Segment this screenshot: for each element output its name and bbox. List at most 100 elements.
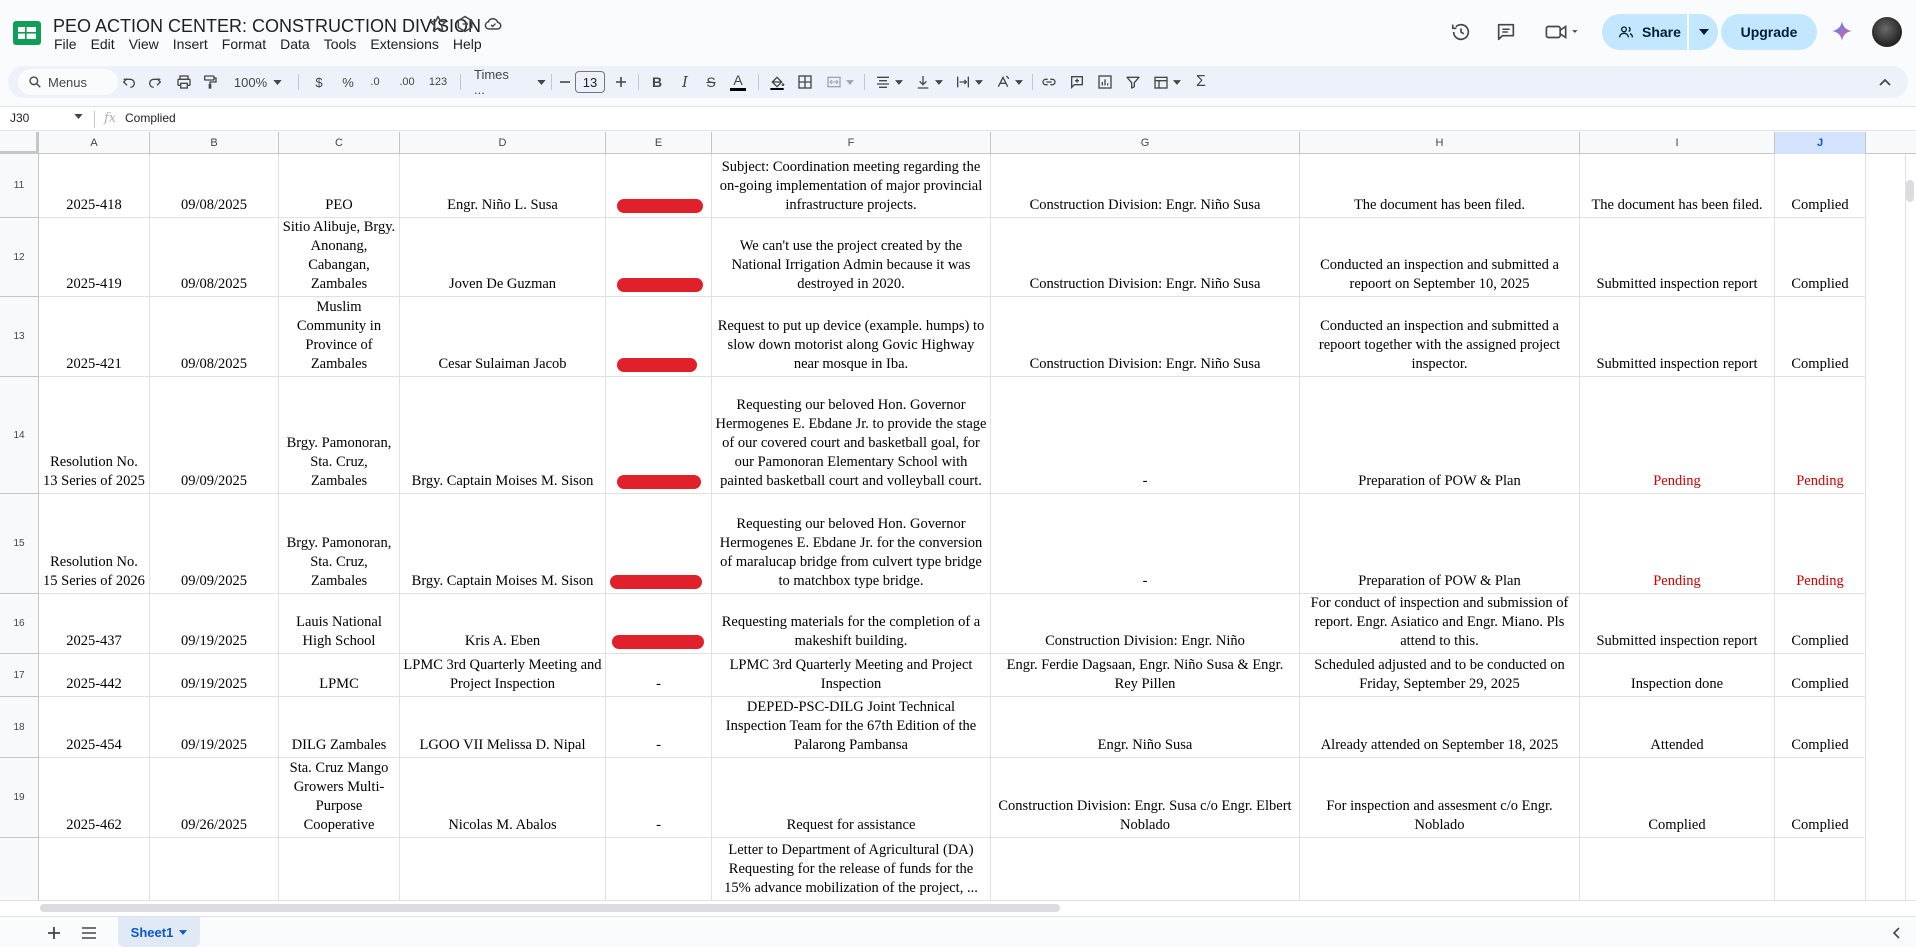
row-header[interactable]: 12 xyxy=(0,218,39,297)
cell-d[interactable]: LGOO VII Melissa D. Nipal xyxy=(400,697,606,758)
cell-a[interactable]: 2025-442 xyxy=(39,654,150,697)
formula-input[interactable]: Complied xyxy=(125,111,176,125)
cell-i[interactable]: Inspection done xyxy=(1580,654,1775,697)
cell-c[interactable]: Brgy. Pamonoran, Sta. Cruz, Zambales xyxy=(279,377,400,494)
account-avatar[interactable] xyxy=(1872,17,1902,47)
cell-b[interactable]: 09/19/2025 xyxy=(150,697,279,758)
cloud-saved-icon[interactable] xyxy=(483,14,505,36)
row-header[interactable]: 14 xyxy=(0,377,39,494)
menu-extensions[interactable]: Extensions xyxy=(370,36,445,56)
row-header[interactable]: 15 xyxy=(0,494,39,594)
cell-h[interactable]: Conducted an inspection and submitted a … xyxy=(1300,297,1580,377)
column-header-c[interactable]: C xyxy=(279,132,400,154)
cell-d[interactable]: LPMC 3rd Quarterly Meeting and Project I… xyxy=(400,654,606,697)
caret-down-icon[interactable] xyxy=(74,114,83,119)
column-header-a[interactable]: A xyxy=(39,132,150,154)
cell-j[interactable]: Complied xyxy=(1775,758,1866,838)
undo-icon[interactable] xyxy=(118,70,140,94)
version-history-icon[interactable] xyxy=(1447,18,1475,46)
cell-i[interactable]: Pending xyxy=(1580,377,1775,494)
menu-view[interactable]: View xyxy=(129,36,166,56)
cell-d[interactable]: Engr. Niño L. Susa xyxy=(400,154,606,218)
cell-c[interactable]: DILG Zambales xyxy=(279,697,400,758)
column-header-g[interactable]: G xyxy=(991,132,1300,154)
cell-i[interactable]: Submitted inspection report xyxy=(1580,297,1775,377)
cell-f[interactable]: Request to put up device (example. humps… xyxy=(712,297,991,377)
cell-c[interactable]: Sta. Cruz Mango Growers Multi-Purpose Co… xyxy=(279,758,400,838)
cell-b[interactable]: 09/26/2025 xyxy=(150,758,279,838)
redo-icon[interactable] xyxy=(144,70,166,94)
column-header-d[interactable]: D xyxy=(400,132,606,154)
collapse-toolbar-icon[interactable] xyxy=(1874,70,1896,94)
cell-d[interactable]: Nicolas M. Abalos xyxy=(400,758,606,838)
strikethrough-button[interactable]: S xyxy=(702,70,720,94)
sheet-tab[interactable]: Sheet1 xyxy=(118,917,200,947)
functions-icon[interactable]: Σ xyxy=(1190,70,1212,94)
cell-f[interactable]: Requesting materials for the completion … xyxy=(712,594,991,654)
font-family-select[interactable]: Times ... xyxy=(466,67,546,97)
cell-b[interactable]: 09/19/2025 xyxy=(150,654,279,697)
cell-a[interactable]: 2025-454 xyxy=(39,697,150,758)
meet-video-icon[interactable] xyxy=(1540,18,1584,46)
cell-g[interactable]: - xyxy=(991,494,1300,594)
cell-c[interactable]: Sitio Alibuje, Brgy. Anonang, Cabangan, … xyxy=(279,218,400,297)
cell-a[interactable]: 2025-418 xyxy=(39,154,150,218)
menus-search[interactable]: Menus xyxy=(18,69,118,95)
cell-b[interactable]: 09/09/2025 xyxy=(150,377,279,494)
vertical-align-icon[interactable] xyxy=(912,70,946,94)
select-all-corner[interactable] xyxy=(0,132,39,154)
cell-h[interactable]: For conduct of inspection and submission… xyxy=(1300,594,1580,654)
cell-c[interactable]: PEO xyxy=(279,154,400,218)
filter-icon[interactable] xyxy=(1122,70,1144,94)
cell-j[interactable]: Complied xyxy=(1775,594,1866,654)
cell-h[interactable]: Already attended on September 18, 2025 xyxy=(1300,697,1580,758)
cell-a[interactable]: 2025-419 xyxy=(39,218,150,297)
row-header[interactable]: 13 xyxy=(0,297,39,377)
font-size-input[interactable]: 13 xyxy=(575,71,605,93)
sheets-logo-icon[interactable] xyxy=(12,20,42,46)
text-color-button[interactable]: A xyxy=(728,70,748,94)
share-dropdown-button[interactable] xyxy=(1687,14,1718,50)
comments-icon[interactable] xyxy=(1492,18,1520,46)
explore-collapse-icon[interactable] xyxy=(1886,923,1906,943)
cell-j[interactable]: Complied xyxy=(1775,218,1866,297)
zoom-select[interactable]: 100% xyxy=(232,70,284,94)
cell-i[interactable]: Submitted inspection report xyxy=(1580,594,1775,654)
cell-b[interactable]: 09/08/2025 xyxy=(150,218,279,297)
gemini-icon[interactable] xyxy=(1830,20,1854,44)
cell-f[interactable]: We can't use the project created by the … xyxy=(712,218,991,297)
row-header[interactable]: 17 xyxy=(0,654,39,697)
horizontal-align-icon[interactable] xyxy=(872,70,906,94)
cell-e[interactable]: - xyxy=(606,697,712,758)
cell-i[interactable]: Attended xyxy=(1580,697,1775,758)
cell-b[interactable]: 09/09/2025 xyxy=(150,494,279,594)
text-wrapping-icon[interactable] xyxy=(952,70,986,94)
cell-i[interactable]: Pending xyxy=(1580,494,1775,594)
cell-f[interactable]: Subject: Coordination meeting regarding … xyxy=(712,154,991,218)
cell-h[interactable]: Scheduled adjusted and to be conducted o… xyxy=(1300,654,1580,697)
insert-chart-icon[interactable] xyxy=(1094,70,1116,94)
cell-d[interactable]: Cesar Sulaiman Jacob xyxy=(400,297,606,377)
increase-decimal-button[interactable]: .00 xyxy=(395,70,419,94)
cell-d[interactable]: Joven De Guzman xyxy=(400,218,606,297)
column-header-h[interactable]: H xyxy=(1300,132,1580,154)
more-formats-button[interactable]: 123 xyxy=(426,70,450,94)
cell-g[interactable]: Construction Division: Engr. Niño Susa xyxy=(991,154,1300,218)
horizontal-scrollbar-thumb[interactable] xyxy=(40,904,1060,912)
cell-j[interactable]: Complied xyxy=(1775,154,1866,218)
italic-button[interactable]: I xyxy=(676,70,694,94)
cell-g[interactable]: - xyxy=(991,377,1300,494)
cell-i[interactable]: Complied xyxy=(1580,758,1775,838)
cell-h[interactable]: For inspection and assesment c/o Engr. N… xyxy=(1300,758,1580,838)
vertical-scrollbar-thumb[interactable] xyxy=(1906,180,1914,202)
cell-j[interactable]: Complied xyxy=(1775,654,1866,697)
cell-h[interactable]: The document has been filed. xyxy=(1300,154,1580,218)
percent-format-button[interactable]: % xyxy=(339,70,357,94)
cell-a[interactable]: 2025-462 xyxy=(39,758,150,838)
cell-e[interactable]: - xyxy=(606,758,712,838)
all-sheets-icon[interactable] xyxy=(79,923,99,943)
cell-j[interactable]: Pending xyxy=(1775,494,1866,594)
print-icon[interactable] xyxy=(173,70,195,94)
insert-comment-icon[interactable] xyxy=(1066,70,1088,94)
cell-c[interactable]: LPMC xyxy=(279,654,400,697)
